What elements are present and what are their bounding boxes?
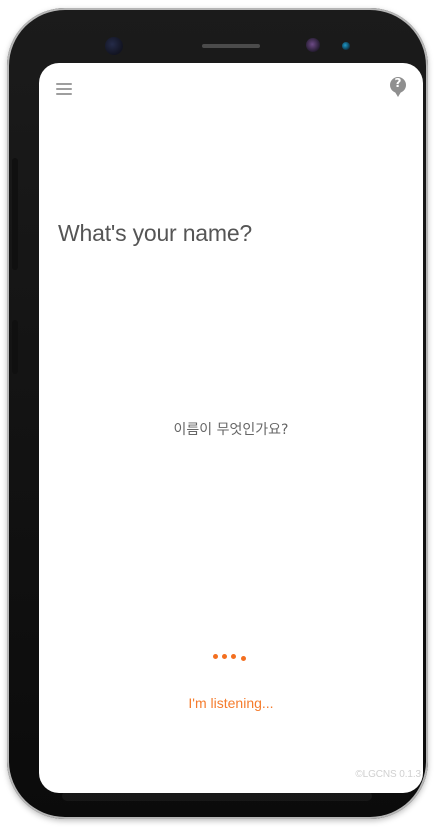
listening-dot <box>213 654 218 659</box>
menu-line <box>56 88 72 90</box>
listening-status: I'm listening... <box>188 695 274 711</box>
bixby-button <box>12 320 18 374</box>
version-label: ©LGCNS 0.1.3 <box>355 769 421 780</box>
proximity-sensor-icon <box>342 42 350 50</box>
earpiece-speaker <box>202 44 260 48</box>
menu-line <box>56 83 72 85</box>
listening-dot <box>231 654 236 659</box>
menu-line <box>56 93 72 95</box>
help-icon[interactable] <box>390 76 406 97</box>
phone-bottom-bezel <box>62 791 372 801</box>
app-screen: What's your name? 이름이 무엇인가요? I'm listeni… <box>39 63 423 793</box>
menu-icon[interactable] <box>56 81 76 97</box>
listening-dots-icon <box>213 653 258 663</box>
listening-dot <box>222 654 227 659</box>
iris-scanner-icon <box>306 38 320 52</box>
volume-button <box>12 158 18 270</box>
listening-dot <box>241 656 246 661</box>
phone-frame: What's your name? 이름이 무엇인가요? I'm listeni… <box>7 8 428 819</box>
front-camera-icon <box>105 37 123 55</box>
translation-text: 이름이 무엇인가요? <box>173 422 289 438</box>
prompt-title: What's your name? <box>58 220 253 246</box>
